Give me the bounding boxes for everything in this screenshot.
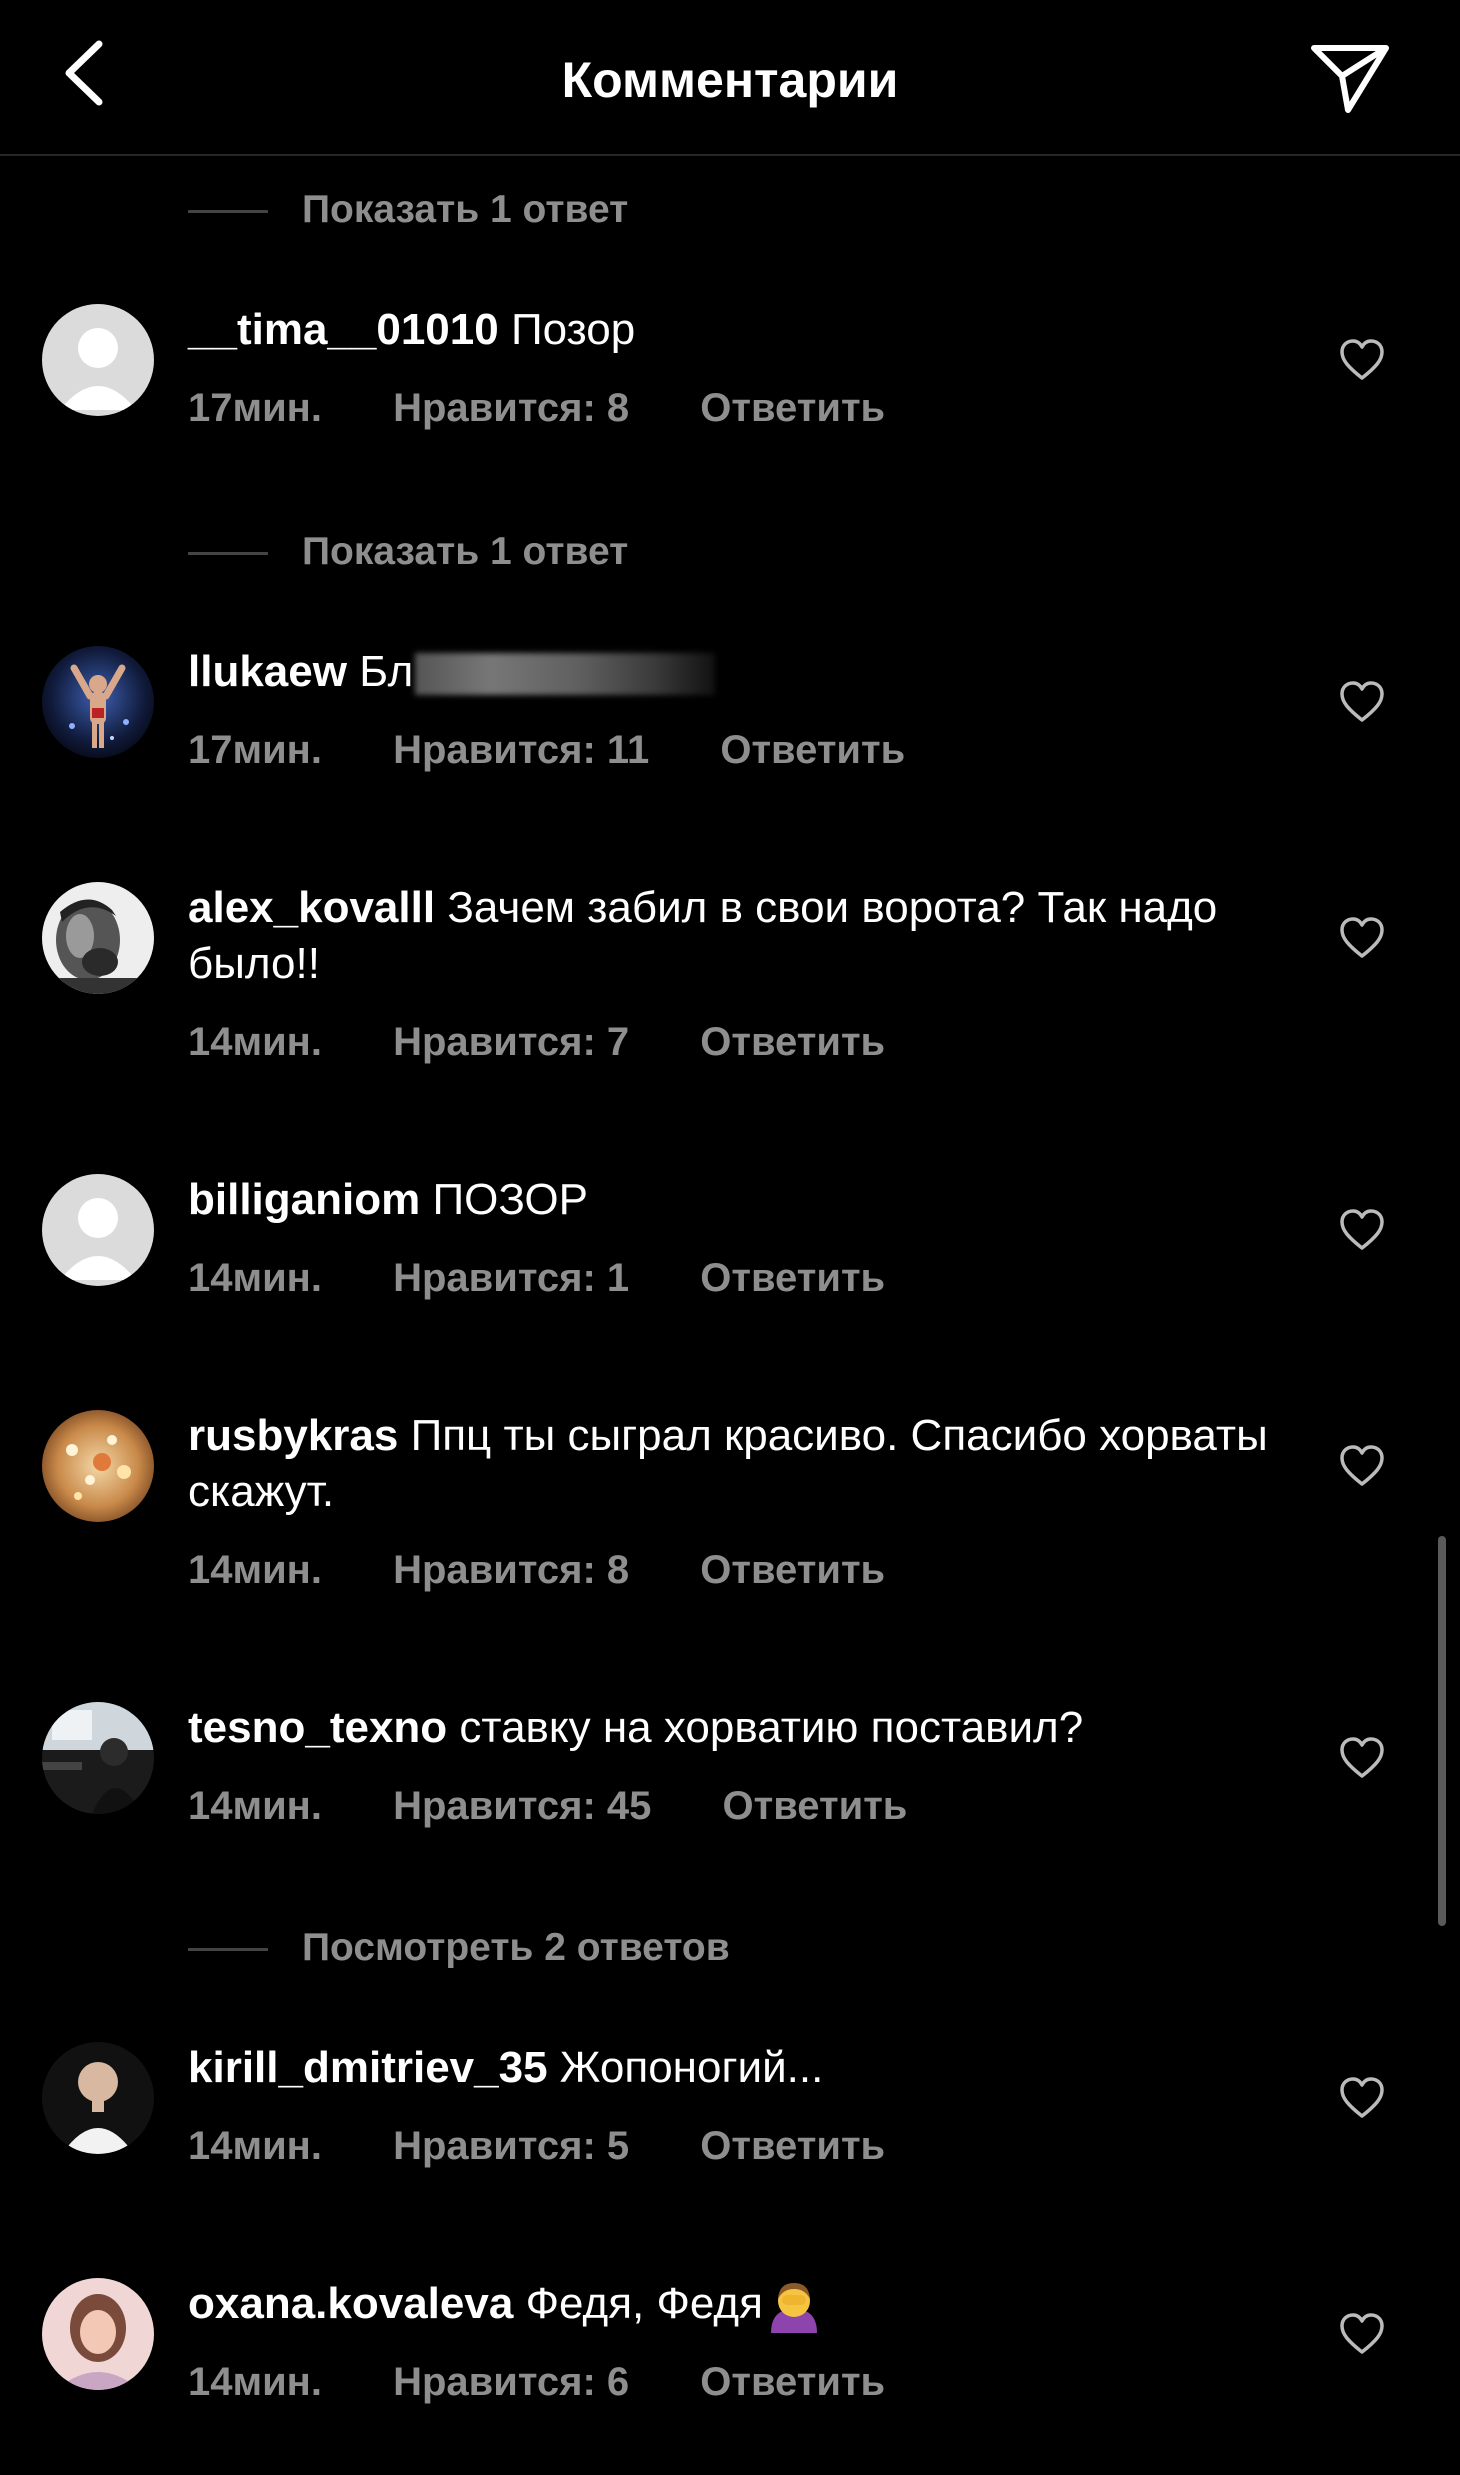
comment-text: oxana.kovaleva Федя, Федя [188, 2276, 1268, 2334]
comment-text: kirill_dmitriev_35 Жопоногий... [188, 2040, 1268, 2096]
comment-item: tesno_texno ставку на хорватию поставил?… [0, 1684, 1460, 1864]
comment-time: 14мин. [188, 1256, 322, 1300]
comment-username[interactable]: billiganiom [188, 1175, 420, 1224]
header-bar: Комментарии [0, 0, 1460, 156]
comment-item: kirill_dmitriev_35 Жопоногий... 14мин. Н… [0, 2024, 1460, 2204]
comment-body: ПОЗОР [432, 1175, 588, 1224]
avatar[interactable] [42, 2042, 154, 2154]
heart-icon[interactable] [1338, 2310, 1386, 2358]
comment-time: 17мин. [188, 386, 322, 430]
avatar[interactable] [42, 646, 154, 758]
heart-icon[interactable] [1338, 1442, 1386, 1490]
show-replies-label: Посмотреть 2 ответов [302, 1926, 730, 1969]
comment-likes[interactable]: Нравится: 8 [393, 386, 629, 430]
heart-icon[interactable] [1338, 2074, 1386, 2122]
comment-likes[interactable]: Нравится: 5 [393, 2124, 629, 2168]
reply-button[interactable]: Ответить [720, 728, 905, 772]
comment-body: Жопоногий... [559, 2043, 824, 2092]
comment-text: __tima__01010 Позор [188, 302, 1268, 358]
comment-likes[interactable]: Нравится: 11 [393, 728, 649, 772]
replies-divider [188, 210, 268, 213]
comment-username[interactable]: kirill_dmitriev_35 [188, 2043, 548, 2092]
reply-button[interactable]: Ответить [700, 1020, 885, 1064]
reply-button[interactable]: Ответить [723, 1784, 908, 1828]
comment-text: rusbykras Ппц ты сыграл красиво. Спасибо… [188, 1408, 1268, 1520]
avatar[interactable] [42, 2278, 154, 2390]
comment-text: billiganiom ПОЗОР [188, 1172, 1268, 1228]
comment-item: billiganiom ПОЗОР 14мин. Нравится: 1 Отв… [0, 1156, 1460, 1336]
show-replies-label: Показать 1 ответ [302, 530, 629, 573]
comment-body: ставку на хорватию поставил? [459, 1703, 1084, 1752]
comments-feed[interactable]: Показать 1 ответ __tima__01010 Позор 17м… [0, 156, 1460, 2475]
comment-username[interactable]: rusbykras [188, 1411, 398, 1460]
comment-likes[interactable]: Нравится: 8 [393, 1548, 629, 1592]
comment-item: oxana.kovaleva Федя, Федя 14мин. Нравитс… [0, 2260, 1460, 2460]
comment-username[interactable]: oxana.kovaleva [188, 2279, 513, 2328]
comment-likes[interactable]: Нравится: 7 [393, 1020, 629, 1064]
comment-meta: 17мин. Нравится: 11 Ответить [188, 728, 905, 773]
heart-icon[interactable] [1338, 1734, 1386, 1782]
blurred-text [415, 653, 716, 696]
avatar[interactable] [42, 1410, 154, 1522]
comment-text: llukaew Бл [188, 644, 1268, 700]
comment-meta: 14мин. Нравится: 6 Ответить [188, 2360, 885, 2405]
comment-likes[interactable]: Нравится: 6 [393, 2360, 629, 2404]
avatar[interactable] [42, 304, 154, 416]
comment-meta: 14мин. Нравится: 7 Ответить [188, 1020, 885, 1065]
comment-username[interactable]: __tima__01010 [188, 305, 499, 354]
comment-item: __tima__01010 Позор 17мин. Нравится: 8 О… [0, 286, 1460, 466]
comment-meta: 14мин. Нравится: 8 Ответить [188, 1548, 885, 1593]
reply-button[interactable]: Ответить [700, 2124, 885, 2168]
comment-time: 17мин. [188, 728, 322, 772]
facepalm-emoji-icon [770, 2283, 817, 2334]
avatar[interactable] [42, 1174, 154, 1286]
comment-text: tesno_texno ставку на хорватию поставил? [188, 1700, 1268, 1756]
comment-body: Бл [359, 647, 414, 696]
heart-icon[interactable] [1338, 914, 1386, 962]
comment-username[interactable]: alex_kovalll [188, 883, 435, 932]
comment-meta: 14мин. Нравится: 5 Ответить [188, 2124, 885, 2169]
replies-divider [188, 1948, 268, 1951]
reply-button[interactable]: Ответить [700, 1548, 885, 1592]
comment-time: 14мин. [188, 1548, 322, 1592]
comment-item: llukaew Бл 17мин. Нравится: 11 Ответить [0, 628, 1460, 808]
comment-meta: 14мин. Нравится: 45 Ответить [188, 1784, 907, 1829]
heart-icon[interactable] [1338, 678, 1386, 726]
comment-text: alex_kovalll Зачем забил в свои ворота? … [188, 880, 1268, 992]
comment-likes[interactable]: Нравится: 1 [393, 1256, 629, 1300]
comment-username[interactable]: tesno_texno [188, 1703, 447, 1752]
reply-button[interactable]: Ответить [700, 386, 885, 430]
comment-username[interactable]: llukaew [188, 647, 347, 696]
reply-button[interactable]: Ответить [700, 1256, 885, 1300]
reply-button[interactable]: Ответить [700, 2360, 885, 2404]
comment-time: 14мин. [188, 2124, 322, 2168]
comment-meta: 17мин. Нравится: 8 Ответить [188, 386, 885, 431]
avatar[interactable] [42, 1702, 154, 1814]
comment-item: rusbykras Ппц ты сыграл красиво. Спасибо… [0, 1392, 1460, 1622]
comment-likes[interactable]: Нравится: 45 [393, 1784, 651, 1828]
replies-divider [188, 552, 268, 555]
comment-body: Позор [510, 305, 636, 354]
show-replies-toggle[interactable]: Показать 1 ответ [0, 512, 800, 582]
comment-time: 14мин. [188, 2360, 322, 2404]
comment-time: 14мин. [188, 1784, 322, 1828]
comment-meta: 14мин. Нравится: 1 Ответить [188, 1256, 885, 1301]
comment-item: alex_kovalll Зачем забил в свои ворота? … [0, 864, 1460, 1094]
share-button[interactable] [1300, 30, 1400, 126]
avatar[interactable] [42, 882, 154, 994]
show-replies-toggle[interactable]: Показать 1 ответ [0, 170, 800, 240]
paper-plane-icon [1311, 45, 1389, 113]
scrollbar[interactable] [1438, 1536, 1446, 1926]
heart-icon[interactable] [1338, 336, 1386, 384]
comment-time: 14мин. [188, 1020, 322, 1064]
heart-icon[interactable] [1338, 1206, 1386, 1254]
show-replies-label: Показать 1 ответ [302, 188, 629, 231]
comment-body: Федя, Федя [525, 2279, 763, 2328]
show-replies-toggle[interactable]: Посмотреть 2 ответов [0, 1908, 900, 1978]
page-title: Комментарии [561, 52, 899, 108]
